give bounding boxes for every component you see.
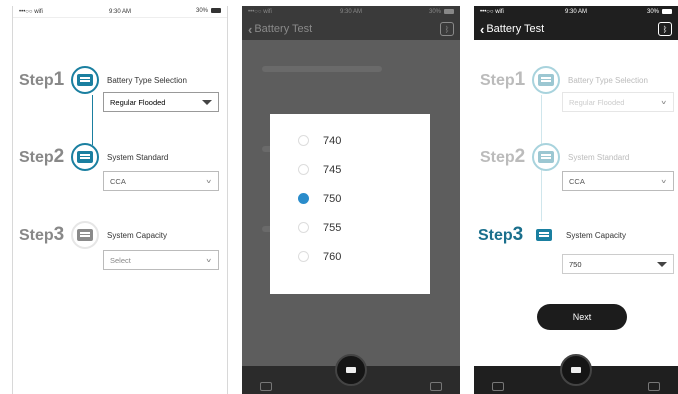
radio-icon bbox=[298, 135, 309, 146]
bluetooth-icon[interactable]: ᛒ bbox=[440, 22, 454, 36]
nav-bar: ‹ Battery Test ᛒ bbox=[474, 18, 678, 40]
step-3: Step3 System Capacity bbox=[478, 221, 626, 249]
step-2-label: Step2 bbox=[480, 146, 526, 167]
option-740[interactable]: 740 bbox=[270, 126, 430, 155]
step-1-label: Step1 bbox=[19, 69, 65, 90]
chevron-left-icon: ‹ bbox=[480, 21, 485, 37]
chevron-down-icon: ∨ bbox=[660, 177, 667, 184]
battery-icon bbox=[536, 229, 552, 241]
step-3-title: System Capacity bbox=[107, 230, 168, 240]
screen-battery-test-complete: •••○○ wifi 9:30 AM 30% ‹ Battery Test ᛒ S… bbox=[474, 6, 678, 394]
option-745[interactable]: 745 bbox=[270, 155, 430, 184]
step-2: Step2 System Standard bbox=[19, 143, 168, 171]
chevron-down-icon: ∨ bbox=[205, 177, 212, 184]
battery-icon bbox=[77, 151, 93, 163]
carrier-signal: •••○○ wifi bbox=[19, 8, 43, 15]
battery-icon bbox=[77, 229, 93, 241]
step-2: Step2 System Standard bbox=[480, 143, 629, 171]
caret-down-icon bbox=[202, 99, 212, 105]
tab-right-icon[interactable] bbox=[648, 382, 660, 391]
step-3-title: System Capacity bbox=[566, 230, 627, 240]
system-standard-dropdown[interactable]: CCA ∨ bbox=[562, 171, 674, 191]
battery-icon bbox=[77, 74, 93, 86]
carrier-signal: •••○○ wifi bbox=[248, 9, 272, 15]
step-3-indicator bbox=[530, 221, 558, 249]
status-bar: •••○○ wifi 9:30 AM 30% bbox=[242, 6, 460, 18]
nav-bar: ‹ Battery Test ᛒ bbox=[242, 18, 460, 40]
dimmed-step-1 bbox=[262, 66, 382, 72]
back-button[interactable]: ‹ Battery Test bbox=[480, 22, 544, 37]
chevron-down-icon: ∨ bbox=[205, 256, 212, 263]
step-1-indicator bbox=[71, 66, 99, 94]
camera-button[interactable] bbox=[560, 354, 592, 386]
chevron-left-icon: ‹ bbox=[248, 21, 253, 37]
status-time: 9:30 AM bbox=[339, 9, 362, 15]
step-1: Step1 Battery Type Selection bbox=[480, 66, 648, 94]
step-1-title: Battery Type Selection bbox=[568, 75, 648, 85]
carrier-signal: •••○○ wifi bbox=[480, 9, 504, 15]
screen-battery-test-initial: •••○○ wifi 9:30 AM 30% Step1 Battery Typ… bbox=[12, 6, 228, 394]
option-755[interactable]: 755 bbox=[270, 213, 430, 242]
capacity-picker-modal: 740 745 750 755 760 bbox=[270, 114, 430, 294]
battery-icon bbox=[211, 8, 221, 14]
tab-left-icon[interactable] bbox=[492, 382, 504, 391]
step-1-indicator bbox=[532, 66, 560, 94]
battery-status: 30% bbox=[429, 8, 454, 15]
battery-type-dropdown[interactable]: Regular Flooded bbox=[103, 92, 219, 112]
status-bar: •••○○ wifi 9:30 AM 30% bbox=[474, 6, 678, 18]
step-3: Step3 System Capacity bbox=[19, 221, 167, 249]
step-2-label: Step2 bbox=[19, 146, 65, 167]
screen-capacity-picker: •••○○ wifi 9:30 AM 30% ‹ Battery Test ᛒ 7… bbox=[242, 6, 460, 394]
step-3-label: Step3 bbox=[19, 224, 65, 245]
camera-button[interactable] bbox=[335, 354, 367, 386]
battery-icon bbox=[538, 151, 554, 163]
battery-status: 30% bbox=[196, 8, 221, 15]
battery-icon bbox=[538, 74, 554, 86]
radio-icon bbox=[298, 222, 309, 233]
step-2-indicator bbox=[532, 143, 560, 171]
step-connector bbox=[92, 95, 93, 145]
battery-icon bbox=[444, 8, 454, 14]
radio-selected-icon bbox=[298, 193, 309, 204]
next-button[interactable]: Next bbox=[537, 304, 627, 330]
chevron-down-icon: ∨ bbox=[660, 98, 667, 105]
battery-icon bbox=[662, 8, 672, 14]
step-3-indicator bbox=[71, 221, 99, 249]
radio-icon bbox=[298, 251, 309, 262]
system-standard-dropdown[interactable]: CCA ∨ bbox=[103, 171, 219, 191]
option-750[interactable]: 750 bbox=[270, 184, 430, 213]
step-3-label: Step3 bbox=[478, 224, 524, 245]
system-capacity-dropdown[interactable]: 750 bbox=[562, 254, 674, 274]
step-1: Step1 Battery Type Selection bbox=[19, 66, 187, 94]
radio-icon bbox=[298, 164, 309, 175]
step-1-label: Step1 bbox=[480, 69, 526, 90]
step-2-indicator bbox=[71, 143, 99, 171]
option-760[interactable]: 760 bbox=[270, 242, 430, 271]
step-1-title: Battery Type Selection bbox=[107, 75, 187, 85]
caret-down-icon bbox=[657, 261, 667, 267]
tab-right-icon[interactable] bbox=[430, 382, 442, 391]
battery-status: 30% bbox=[647, 8, 672, 15]
step-2-title: System Standard bbox=[568, 152, 630, 162]
tab-left-icon[interactable] bbox=[260, 382, 272, 391]
back-button[interactable]: ‹ Battery Test bbox=[248, 22, 312, 37]
battery-type-dropdown[interactable]: Regular Flooded ∨ bbox=[562, 92, 674, 112]
step-2-title: System Standard bbox=[107, 152, 169, 162]
status-time: 9:30 AM bbox=[108, 8, 131, 15]
system-capacity-dropdown[interactable]: Select ∨ bbox=[103, 250, 219, 270]
bluetooth-icon[interactable]: ᛒ bbox=[658, 22, 672, 36]
status-bar: •••○○ wifi 9:30 AM 30% bbox=[13, 6, 227, 18]
